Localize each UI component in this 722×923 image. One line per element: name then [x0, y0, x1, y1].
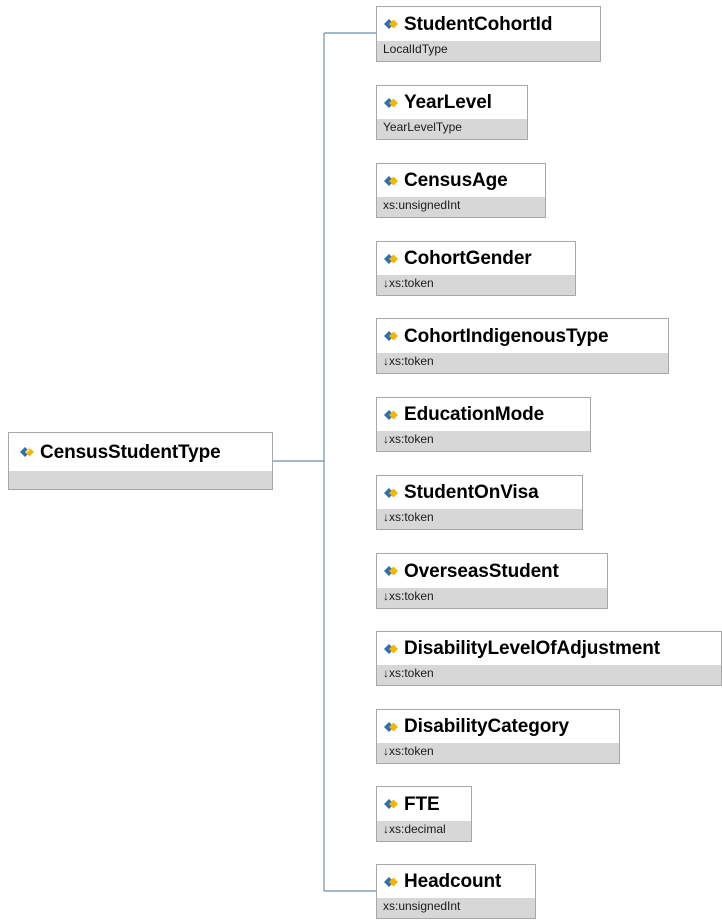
element-icon — [384, 253, 398, 264]
element-node-yearlevel[interactable]: YearLevel YearLevelType — [376, 85, 528, 140]
element-name: DisabilityCategory — [404, 716, 570, 737]
root-node-type — [9, 471, 272, 489]
root-node-header: CensusStudentType — [9, 433, 272, 471]
element-icon — [384, 19, 398, 29]
element-type: ↓xs:token — [377, 431, 590, 451]
element-name: OverseasStudent — [404, 560, 559, 582]
element-type: ↓xs:token — [377, 665, 721, 685]
element-node-header: StudentCohortId — [377, 7, 600, 41]
element-icon — [384, 409, 398, 420]
schema-diagram: { "diagram": { "root": { "name": "Census… — [0, 0, 722, 923]
element-node-header: CensusAge — [377, 164, 545, 197]
element-type: ↓xs:token — [377, 509, 582, 529]
element-name: CensusAge — [404, 170, 508, 191]
element-node-header: OverseasStudent — [377, 554, 607, 588]
element-type: xs:unsignedInt — [377, 197, 545, 217]
element-icon — [384, 175, 398, 186]
element-node-educationmode[interactable]: EducationMode ↓xs:token — [376, 397, 591, 452]
element-node-disabilitycategory[interactable]: DisabilityCategory ↓xs:token — [376, 709, 620, 764]
element-type: ↓xs:token — [377, 588, 607, 608]
element-name: EducationMode — [404, 404, 545, 425]
element-node-header: DisabilityCategory — [377, 710, 619, 743]
element-name: StudentOnVisa — [404, 482, 539, 503]
element-type: ↓xs:decimal — [377, 821, 471, 841]
element-icon — [384, 643, 398, 654]
element-name: DisabilityLevelOfAdjustment — [404, 638, 660, 659]
element-type: LocalIdType — [377, 41, 600, 61]
element-name: StudentCohortId — [404, 13, 553, 35]
element-node-studentonvisa[interactable]: StudentOnVisa ↓xs:token — [376, 475, 583, 530]
element-node-overseasstudent[interactable]: OverseasStudent ↓xs:token — [376, 553, 608, 609]
element-name: YearLevel — [404, 92, 492, 113]
element-icon — [384, 721, 398, 732]
element-node-headcount[interactable]: Headcount xs:unsignedInt — [376, 864, 536, 919]
element-icon — [384, 876, 398, 887]
element-type: ↓xs:token — [377, 353, 668, 373]
element-node-header: FTE — [377, 787, 471, 821]
element-type: xs:unsignedInt — [377, 898, 535, 918]
element-icon — [384, 331, 398, 341]
element-node-cohortindigenoustype[interactable]: CohortIndigenousType ↓xs:token — [376, 318, 669, 374]
element-name: CohortIndigenousType — [404, 325, 609, 347]
element-node-header: StudentOnVisa — [377, 476, 582, 509]
element-icon — [384, 799, 398, 809]
element-type: ↓xs:token — [377, 275, 575, 295]
root-node[interactable]: CensusStudentType — [8, 432, 273, 490]
root-node-name: CensusStudentType — [40, 441, 221, 463]
element-name: Headcount — [404, 871, 502, 892]
element-icon — [20, 447, 34, 457]
element-type: ↓xs:token — [377, 743, 619, 763]
element-node-header: DisabilityLevelOfAdjustment — [377, 632, 721, 665]
element-type: YearLevelType — [377, 119, 527, 139]
element-node-header: YearLevel — [377, 86, 527, 119]
element-icon — [384, 97, 398, 108]
element-name: CohortGender — [404, 248, 532, 269]
element-node-studentcohortid[interactable]: StudentCohortId LocalIdType — [376, 6, 601, 62]
element-node-header: EducationMode — [377, 398, 590, 431]
element-node-header: CohortIndigenousType — [377, 319, 668, 353]
element-node-disabilitylevelofadjustment[interactable]: DisabilityLevelOfAdjustment ↓xs:token — [376, 631, 722, 686]
element-node-header: Headcount — [377, 865, 535, 898]
element-node-header: CohortGender — [377, 242, 575, 275]
element-icon — [384, 566, 398, 576]
element-node-cohortgender[interactable]: CohortGender ↓xs:token — [376, 241, 576, 296]
element-icon — [384, 487, 398, 498]
element-name: FTE — [404, 793, 440, 815]
element-node-fte[interactable]: FTE ↓xs:decimal — [376, 786, 472, 842]
element-node-censusage[interactable]: CensusAge xs:unsignedInt — [376, 163, 546, 218]
